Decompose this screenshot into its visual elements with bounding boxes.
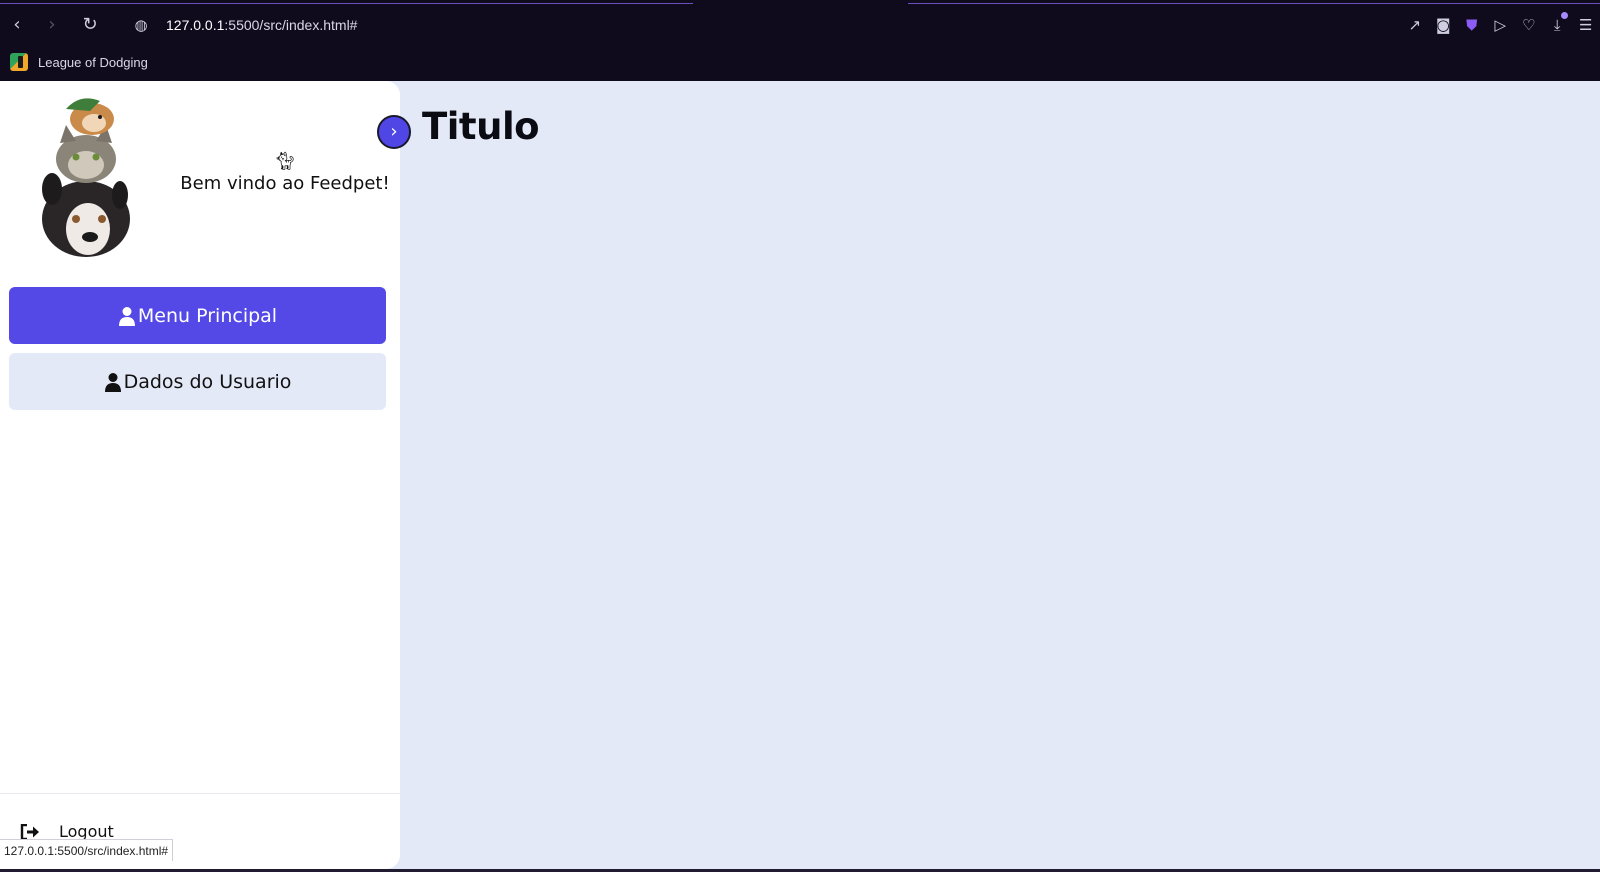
page-title: Titulo (422, 105, 540, 148)
bookmark-favicon-icon (10, 53, 28, 71)
sidebar: 🐈︎ Bem vindo ao Feedpet! Menu Principal … (0, 81, 400, 869)
tab-indicator (908, 0, 1600, 4)
address-url[interactable]: 127.0.0.1:5500/src/index.html# (166, 17, 357, 33)
browser-chrome: ‹ › ↻ ◍ 127.0.0.1:5500/src/index.html# ↗… (0, 0, 1600, 81)
status-url-tooltip: 127.0.0.1:5500/src/index.html# (0, 839, 174, 861)
share-icon[interactable]: ↗ (1401, 16, 1430, 34)
menu-principal-label: Menu Principal (137, 304, 278, 327)
download-icon[interactable]: ⤓ (1543, 12, 1572, 34)
bookmarks-bar: League of Dodging (10, 51, 148, 73)
address-bar[interactable]: ◍ 127.0.0.1:5500/src/index.html# (132, 14, 357, 36)
globe-icon: ◍ (134, 16, 148, 34)
tab-indicator (0, 0, 693, 4)
logout-icon (20, 823, 39, 840)
menu-principal-button[interactable]: Menu Principal (9, 287, 386, 344)
sidebar-toggle-button[interactable]: › (377, 115, 411, 149)
user-icon (104, 372, 121, 392)
welcome-block: 🐈︎ Bem vindo ao Feedpet! (175, 151, 395, 194)
user-icon (118, 306, 135, 326)
dados-usuario-label: Dados do Usuario (123, 370, 292, 393)
back-button[interactable]: ‹ (6, 14, 28, 36)
toolbar-icons: ↗ ◙ ⛊ ▷ ♡ ⤓ ☰ (1401, 12, 1600, 38)
notification-dot (1560, 12, 1568, 19)
url-host: 127.0.0.1 (166, 17, 225, 33)
cat-icon: 🐈︎ (273, 151, 297, 172)
url-path: :5500/src/index.html# (224, 17, 358, 33)
bookmark-item[interactable]: League of Dodging (38, 55, 148, 70)
reload-button[interactable]: ↻ (79, 14, 101, 36)
dados-usuario-button[interactable]: Dados do Usuario (9, 353, 386, 410)
welcome-text: Bem vindo ao Feedpet! (180, 173, 390, 194)
shield-icon[interactable]: ⛊ (1458, 16, 1487, 34)
page: 🐈︎ Bem vindo ao Feedpet! Menu Principal … (0, 81, 1600, 869)
heart-icon[interactable]: ♡ (1515, 16, 1544, 34)
forward-button[interactable]: › (41, 14, 63, 36)
chevron-right-icon: › (390, 121, 398, 142)
pets-logo-image (42, 98, 130, 257)
camera-icon[interactable]: ◙ (1429, 16, 1458, 34)
divider (0, 793, 400, 794)
send-icon[interactable]: ▷ (1486, 16, 1515, 34)
settings-sliders-icon[interactable]: ☰ (1572, 16, 1600, 34)
